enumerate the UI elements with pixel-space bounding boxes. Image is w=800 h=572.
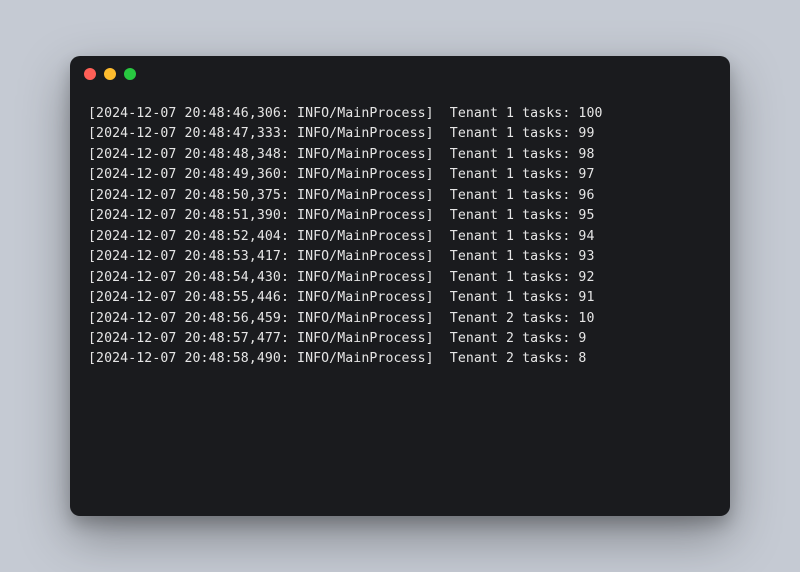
log-line: [2024-12-07 20:48:58,490: INFO/MainProce… [88, 349, 712, 369]
log-line: [2024-12-07 20:48:51,390: INFO/MainProce… [88, 206, 712, 226]
log-line: [2024-12-07 20:48:46,306: INFO/MainProce… [88, 104, 712, 124]
maximize-icon[interactable] [124, 68, 136, 80]
log-line: [2024-12-07 20:48:50,375: INFO/MainProce… [88, 186, 712, 206]
terminal-output[interactable]: [2024-12-07 20:48:46,306: INFO/MainProce… [70, 92, 730, 516]
log-line: [2024-12-07 20:48:55,446: INFO/MainProce… [88, 288, 712, 308]
log-line: [2024-12-07 20:48:56,459: INFO/MainProce… [88, 309, 712, 329]
log-line: [2024-12-07 20:48:52,404: INFO/MainProce… [88, 227, 712, 247]
log-line: [2024-12-07 20:48:54,430: INFO/MainProce… [88, 268, 712, 288]
log-line: [2024-12-07 20:48:48,348: INFO/MainProce… [88, 145, 712, 165]
close-icon[interactable] [84, 68, 96, 80]
log-line: [2024-12-07 20:48:47,333: INFO/MainProce… [88, 124, 712, 144]
log-line: [2024-12-07 20:48:57,477: INFO/MainProce… [88, 329, 712, 349]
log-line: [2024-12-07 20:48:53,417: INFO/MainProce… [88, 247, 712, 267]
minimize-icon[interactable] [104, 68, 116, 80]
log-line: [2024-12-07 20:48:49,360: INFO/MainProce… [88, 165, 712, 185]
window-titlebar [70, 56, 730, 92]
terminal-window: [2024-12-07 20:48:46,306: INFO/MainProce… [70, 56, 730, 516]
